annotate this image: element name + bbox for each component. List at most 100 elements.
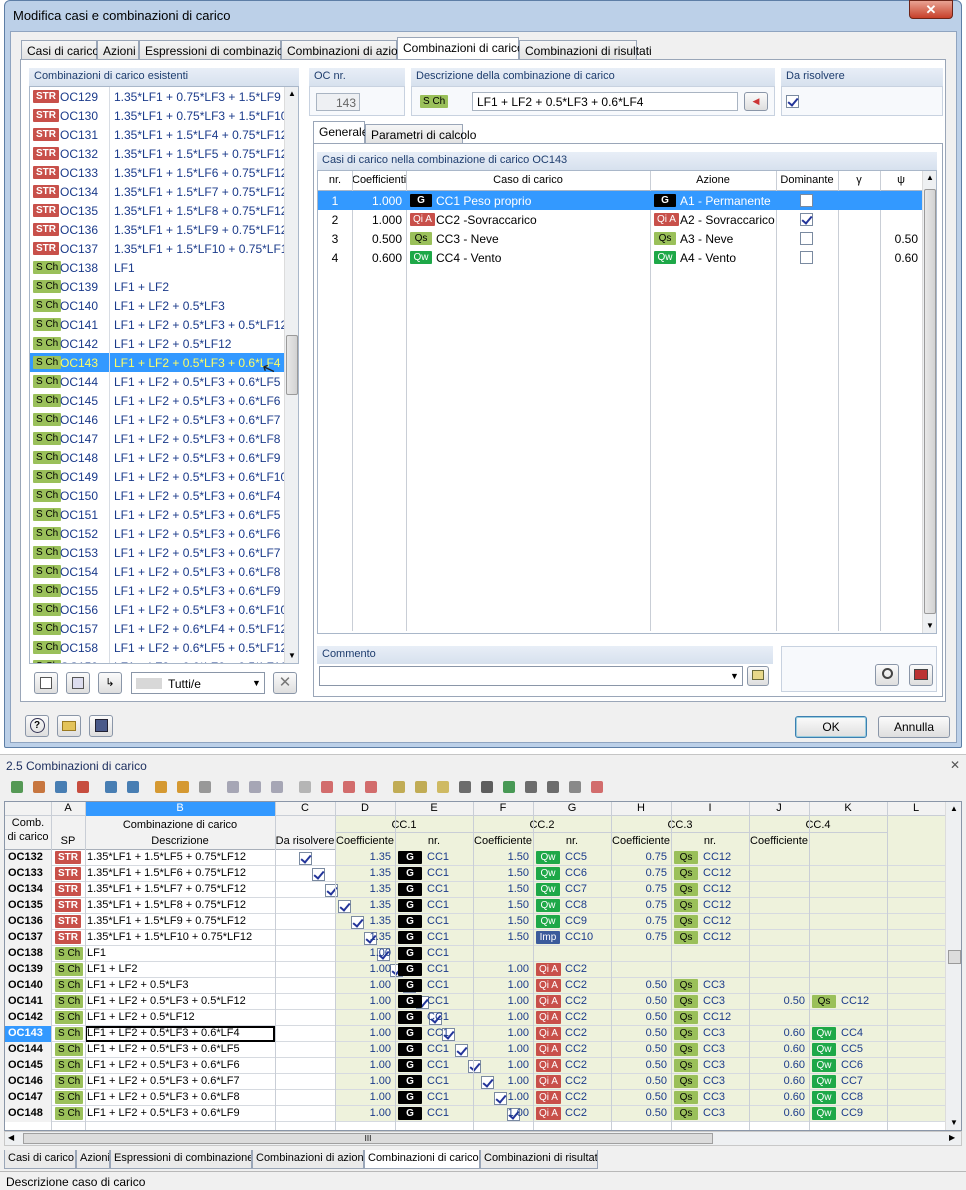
list-item[interactable]: S Ch OC138 LF1 <box>30 258 284 277</box>
toolbar-button[interactable] <box>102 778 120 796</box>
cases-scrollbar[interactable]: ▲ ▼ <box>922 171 936 633</box>
open-button[interactable] <box>57 715 81 737</box>
bottom-tab-casi-di-carico[interactable]: Casi di carico <box>4 1150 76 1169</box>
tab-espressioni-di-combinazione[interactable]: Espressioni di combinazione <box>139 40 297 59</box>
tab-azioni[interactable]: Azioni <box>97 40 139 59</box>
cell-lc[interactable]: CC3 <box>703 1027 725 1039</box>
cell-lc[interactable]: CC2 <box>565 979 587 991</box>
cell-lc[interactable]: CC1 <box>427 1043 449 1055</box>
cell-coef[interactable]: 1.00 <box>473 1027 529 1039</box>
dominant-checkbox[interactable] <box>800 251 813 265</box>
toolbar-button[interactable] <box>566 778 584 796</box>
cell-coef[interactable]: 1.00 <box>473 1075 529 1087</box>
toolbar-button[interactable] <box>390 778 408 796</box>
cell-coef[interactable]: 1.00 <box>473 1107 529 1119</box>
scroll-up-icon[interactable]: ▲ <box>926 173 934 182</box>
toolbar-button[interactable] <box>52 778 70 796</box>
list-item[interactable]: S Ch OC158 LF1 + LF2 + 0.6*LF5 + 0.5*LF12 <box>30 638 284 657</box>
toolbar-button[interactable] <box>456 778 474 796</box>
cell-lc[interactable]: CC2 <box>565 1091 587 1103</box>
toolbar-button[interactable] <box>340 778 358 796</box>
filter-select[interactable]: Tutti/e ▼ <box>131 672 265 694</box>
row-desc[interactable]: LF1 + LF2 + 0.5*LF3 + 0.6*LF6 <box>87 1059 273 1071</box>
list-item[interactable]: S Ch OC143 LF1 + LF2 + 0.5*LF3 + 0.6*LF4 <box>30 353 284 372</box>
cell-coef[interactable]: 1.00 <box>473 979 529 991</box>
col-letter[interactable]: J <box>749 802 809 816</box>
cell-coef[interactable]: 1.00 <box>473 1011 529 1023</box>
tab-combinazioni-di-carico[interactable]: Combinazioni di carico <box>397 37 524 59</box>
col-letter[interactable]: B <box>85 802 275 816</box>
list-item[interactable]: S Ch OC152 LF1 + LF2 + 0.5*LF3 + 0.6*LF6 +… <box>30 524 284 543</box>
row-desc[interactable]: 1.35*LF1 + 1.5*LF10 + 0.75*LF12 <box>87 931 273 943</box>
cell-lc[interactable]: CC1 <box>427 947 449 959</box>
cell-lc[interactable]: CC2 <box>565 1075 587 1087</box>
row-id[interactable]: OC145 <box>5 1058 51 1074</box>
cell-lc[interactable]: CC1 <box>427 899 449 911</box>
bottom-tab-azioni[interactable]: Azioni <box>76 1150 110 1169</box>
list-item[interactable]: S Ch OC148 LF1 + LF2 + 0.5*LF3 + 0.6*LF9 <box>30 448 284 467</box>
cell-coef[interactable]: 1.00 <box>335 979 391 991</box>
cell-coef[interactable]: 1.35 <box>335 899 391 911</box>
cell-coef[interactable]: 1.00 <box>473 963 529 975</box>
bottom-tab-combinazioni-di-risultati[interactable]: Combinazioni di risultati <box>480 1150 598 1169</box>
save-button[interactable] <box>89 715 113 737</box>
resolve-checkbox[interactable] <box>299 852 312 866</box>
cell-lc[interactable]: CC1 <box>427 915 449 927</box>
list-item[interactable]: STR OC135 1.35*LF1 + 1.5*LF8 + 0.75*LF12 <box>30 201 284 220</box>
scroll-down-icon[interactable]: ▼ <box>950 1118 958 1127</box>
toolbar-button[interactable] <box>124 778 142 796</box>
cell-lc[interactable]: CC2 <box>565 1027 587 1039</box>
cell-coef[interactable]: 1.50 <box>473 883 529 895</box>
toolbar-button[interactable] <box>152 778 170 796</box>
col-letter[interactable]: F <box>473 802 533 816</box>
list-item[interactable]: S Ch OC141 LF1 + LF2 + 0.5*LF3 + 0.5*LF12 <box>30 315 284 334</box>
cell-coef[interactable]: 0.60 <box>749 1075 805 1087</box>
list-item[interactable]: STR OC136 1.35*LF1 + 1.5*LF9 + 0.75*LF12 <box>30 220 284 239</box>
scroll-thumb[interactable]: III <box>23 1133 713 1144</box>
cell-coef[interactable]: 1.00 <box>335 1091 391 1103</box>
list-item[interactable]: S Ch OC151 LF1 + LF2 + 0.5*LF3 + 0.6*LF5 +… <box>30 505 284 524</box>
cell-lc[interactable]: CC1 <box>427 1027 449 1039</box>
cell-lc[interactable]: CC12 <box>703 931 731 943</box>
scroll-right-icon[interactable]: ▶ <box>949 1133 955 1142</box>
toolbar-button[interactable] <box>246 778 264 796</box>
cell-lc[interactable]: CC2 <box>565 995 587 1007</box>
list-item[interactable]: S Ch OC150 LF1 + LF2 + 0.5*LF3 + 0.6*LF4 +… <box>30 486 284 505</box>
cell-coef[interactable]: 1.00 <box>335 947 391 959</box>
cancel-button[interactable]: Annulla <box>878 716 950 738</box>
list-item[interactable]: S ChOC159 LF1 + LF2 + 0.6*LF6 + 0.5*LF12 <box>30 657 284 663</box>
dominant-checkbox[interactable] <box>800 213 813 227</box>
cell-lc[interactable]: CC9 <box>841 1107 863 1119</box>
cell-coef[interactable]: 0.60 <box>749 1091 805 1103</box>
cell-coef[interactable]: 1.50 <box>473 867 529 879</box>
cell-coef[interactable]: 1.35 <box>335 851 391 863</box>
cell-coef[interactable]: 0.75 <box>611 867 667 879</box>
row-id[interactable]: OC146 <box>5 1074 51 1090</box>
cell-lc[interactable]: CC5 <box>841 1043 863 1055</box>
row-desc[interactable]: LF1 + LF2 + 0.5*LF3 + 0.5*LF12 <box>87 995 273 1007</box>
active-cell[interactable] <box>85 1026 275 1042</box>
cell-lc[interactable]: CC10 <box>565 931 593 943</box>
cell-lc[interactable]: CC3 <box>703 1059 725 1071</box>
resolve-checkbox[interactable] <box>455 1044 468 1058</box>
cell-coef[interactable]: 0.60 <box>749 1059 805 1071</box>
row-id[interactable]: OC137 <box>5 930 51 946</box>
copy-combination-button[interactable] <box>66 672 90 694</box>
row-id[interactable]: OC148 <box>5 1106 51 1122</box>
cell-coef[interactable]: 1.00 <box>335 963 391 975</box>
list-item[interactable]: S Ch OC157 LF1 + LF2 + 0.6*LF4 + 0.5*LF12 <box>30 619 284 638</box>
toolbar-button[interactable] <box>296 778 314 796</box>
list-item[interactable]: STR OC131 1.35*LF1 + 1.5*LF4 + 0.75*LF12 <box>30 125 284 144</box>
toolbar-button[interactable] <box>224 778 242 796</box>
list-item[interactable]: S Ch OC139 LF1 + LF2 <box>30 277 284 296</box>
toolbar-button[interactable] <box>362 778 380 796</box>
oc-nr-field[interactable]: 143 <box>316 93 360 111</box>
list-item[interactable]: S Ch OC154 LF1 + LF2 + 0.5*LF3 + 0.6*LF8 +… <box>30 562 284 581</box>
row-id[interactable]: OC139 <box>5 962 51 978</box>
list-item[interactable]: S Ch OC142 LF1 + LF2 + 0.5*LF12 <box>30 334 284 353</box>
cell-lc[interactable]: CC3 <box>703 1107 725 1119</box>
cell-coef[interactable]: 1.35 <box>335 867 391 879</box>
list-item[interactable]: STR OC134 1.35*LF1 + 1.5*LF7 + 0.75*LF12 <box>30 182 284 201</box>
help-button[interactable]: ? <box>25 715 49 737</box>
cell-lc[interactable]: CC1 <box>427 1091 449 1103</box>
